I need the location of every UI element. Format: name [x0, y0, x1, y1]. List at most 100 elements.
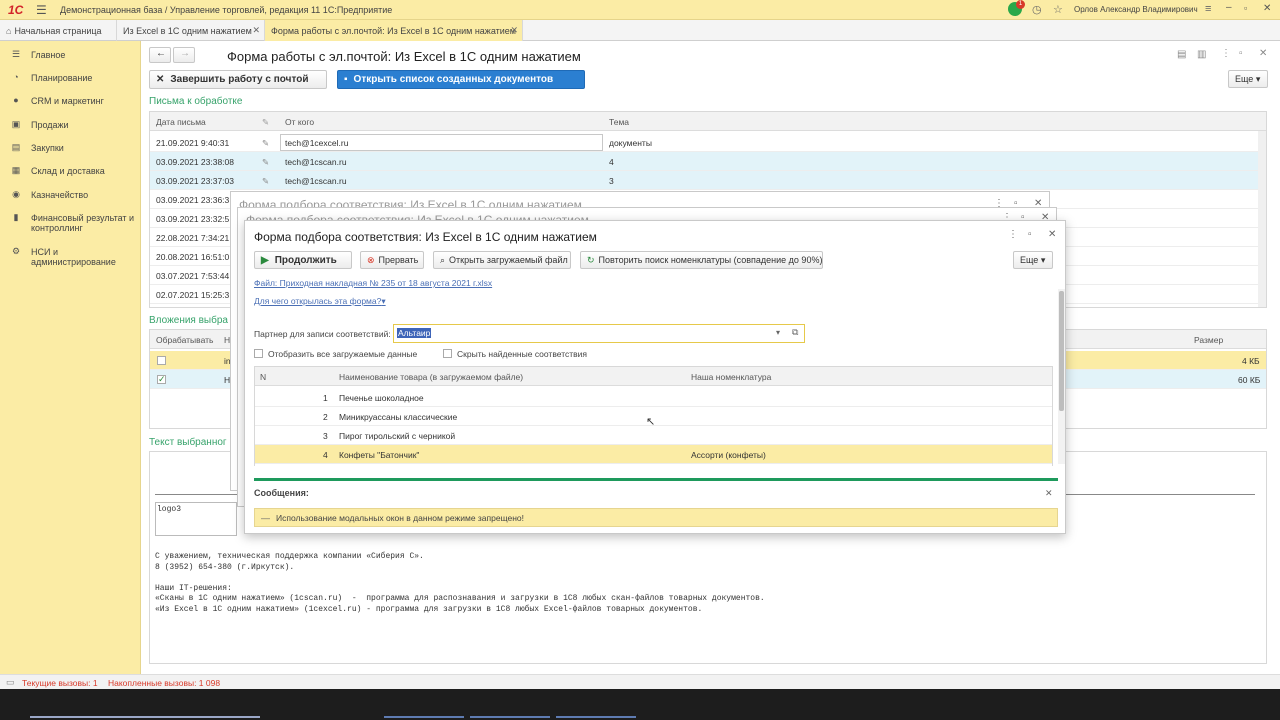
row-date: 03.09.2021 23:38:08 [156, 157, 234, 167]
scrollbar[interactable] [1258, 131, 1266, 307]
row-ours: Ассорти (конфеты) [691, 450, 766, 460]
tab-label: Начальная страница [14, 26, 102, 36]
status-bar: ▭ Текущие вызовы: 1 Накопленные вызовы: … [0, 674, 1280, 689]
hide-found-checkbox[interactable] [443, 349, 452, 358]
open-file-button[interactable]: ⌕ Открыть загружаемый файл [433, 251, 571, 269]
table-row[interactable]: 3 Пирог тирольский с черникой [255, 426, 1052, 445]
messages-close-icon[interactable]: ✕ [1045, 488, 1053, 499]
row-date: 02.07.2021 15:25:3 [156, 290, 230, 300]
why-link[interactable]: Для чего открылась эта форма?▾ [254, 296, 386, 307]
column-n[interactable]: N [260, 372, 266, 382]
table-row[interactable]: 03.09.2021 23:37:03 ✎ tech@1cscan.ru 3 [150, 171, 1266, 190]
column-subject[interactable]: Тема [609, 117, 629, 127]
document-icon: ▪ [344, 74, 348, 85]
message-item[interactable]: — Использование модальных окон в данном … [254, 508, 1058, 527]
stop-icon: ⊗ [367, 255, 375, 265]
why-link-label: Для чего открылась эта форма? [254, 296, 382, 306]
letter-body: С уважением, техническая поддержка компа… [155, 552, 765, 614]
more-button[interactable]: Еще ▾ [1228, 70, 1268, 88]
minimize-icon[interactable]: – [1226, 2, 1232, 13]
button-label: Открыть загружаемый файл [449, 255, 568, 265]
attachment-icon: ✎ [262, 176, 270, 186]
play-icon: ▶ [261, 255, 269, 266]
button-label: Открыть список созданных документов [353, 74, 554, 85]
title-bar: 1С ☰ Демонстрационная база / Управление … [0, 0, 1280, 20]
partner-field[interactable]: Альтаир ▾ ⧉ [393, 324, 805, 343]
more-actions-icon[interactable]: ⋮ [1221, 48, 1231, 59]
continue-button[interactable]: ▶ Продолжить [254, 251, 352, 269]
attachment-icon: ✎ [262, 138, 270, 148]
table-row[interactable]: 1 Печенье шоколадное [255, 388, 1052, 407]
row-date: 20.08.2021 16:51:0 [156, 252, 230, 262]
more-actions-icon[interactable]: ⋮ [1008, 229, 1018, 240]
purchases-icon: ▤ [11, 142, 21, 152]
abort-button[interactable]: ⊗ Прервать [360, 251, 424, 269]
dropdown-icon[interactable]: ▾ [776, 328, 780, 337]
page-title: Форма работы с эл.почтой: Из Excel в 1С … [227, 49, 581, 64]
tab-excel[interactable]: Из Excel в 1С одним нажатием ✕ [117, 20, 265, 41]
column-size[interactable]: Размер [1194, 335, 1223, 345]
row-name: Пирог тирольский с черникой [339, 431, 456, 441]
hamburger-icon[interactable]: ☰ [36, 3, 47, 17]
button-label: Еще [1235, 74, 1254, 84]
row-n: 2 [323, 412, 328, 422]
repeat-search-button[interactable]: ↻ Повторить поиск номенклатуры (совпадени… [580, 251, 823, 269]
partner-value: Альтаир [397, 328, 432, 338]
row-from: tech@1cscan.ru [285, 176, 347, 186]
tab-home[interactable]: ⌂ Начальная страница [0, 20, 117, 41]
close-icon[interactable]: ✕ [1263, 3, 1271, 14]
settings-icon[interactable]: ≡ [1205, 3, 1211, 15]
dialog-scrollbar[interactable] [1058, 289, 1065, 464]
report-icon[interactable]: ▥ [1197, 49, 1206, 60]
process-checkbox[interactable] [157, 356, 166, 365]
logo-alt-text: logo3 [157, 505, 182, 514]
process-checkbox[interactable]: ✓ [157, 375, 166, 384]
file-link[interactable]: Файл: Приходная накладная № 235 от 18 ав… [254, 278, 492, 288]
tab-email-form[interactable]: Форма работы с эл.почтой: Из Excel в 1С … [265, 20, 523, 41]
row-date: 03.09.2021 23:37:03 [156, 176, 234, 186]
window-close-icon[interactable]: ✕ [1259, 48, 1267, 59]
taskbar [0, 689, 1280, 720]
tab-close-icon[interactable]: ✕ [252, 25, 260, 36]
warehouse-icon: ▦ [11, 165, 21, 175]
mouse-cursor-icon: ↖ [646, 416, 656, 428]
maximize-icon[interactable]: ▫ [1244, 3, 1247, 13]
back-button[interactable]: ← [149, 47, 171, 63]
close-icon[interactable]: ✕ [1048, 229, 1056, 240]
notification-count: 1 [1016, 0, 1025, 9]
button-label: Повторить поиск номенклатуры (совпадение… [598, 255, 823, 265]
user-name[interactable]: Орлов Александр Владимирович [1074, 5, 1198, 14]
table-row[interactable]: 03.09.2021 23:38:08 ✎ tech@1cscan.ru 4 [150, 152, 1266, 171]
logo-image: logo3 [155, 502, 237, 536]
column-date[interactable]: Дата письма [156, 117, 206, 127]
tab-close-icon[interactable]: ✕ [510, 25, 518, 36]
planning-icon: ◔ [13, 72, 19, 82]
print-icon[interactable]: ▤ [1177, 49, 1186, 60]
show-all-checkbox[interactable] [254, 349, 263, 358]
row-name: Печенье шоколадное [339, 393, 424, 403]
row-n: 3 [323, 431, 328, 441]
messages-divider [254, 478, 1058, 481]
window-maximize-icon[interactable]: ▫ [1239, 48, 1243, 59]
open-icon[interactable]: ⧉ [792, 327, 798, 338]
column-ours[interactable]: Наша номенклатура [691, 372, 771, 382]
column-process[interactable]: Обрабатывать [156, 335, 213, 345]
finish-email-button[interactable]: ✕ Завершить работу с почтой [149, 70, 327, 89]
more-button[interactable]: Еще ▾ [1013, 251, 1053, 269]
history-icon[interactable]: ◷ [1032, 3, 1042, 16]
column-from[interactable]: От кого [285, 117, 314, 127]
favorites-icon[interactable]: ☆ [1053, 3, 1063, 16]
current-calls: Текущие вызовы: 1 [22, 678, 98, 688]
table-row[interactable]: 21.09.2021 9:40:31 ✎ tech@1cexcel.ru док… [150, 133, 1266, 152]
open-documents-button[interactable]: ▪ Открыть список созданных документов [337, 70, 585, 89]
matching-dialog: Форма подбора соответствия: Из Excel в 1… [244, 220, 1066, 534]
forward-button[interactable]: → [173, 47, 195, 63]
table-row[interactable]: 4 Конфеты "Батончик" Ассорти (конфеты) [255, 445, 1052, 464]
maximize-icon[interactable]: ▫ [1028, 229, 1032, 240]
button-label: Продолжить [274, 255, 337, 266]
row-date: 03.09.2021 23:36:3 [156, 195, 230, 205]
column-name[interactable]: Наименование товара (в загружаемом файле… [339, 372, 523, 382]
scrollbar-thumb[interactable] [1059, 291, 1064, 411]
text-section-title: Текст выбранног [149, 437, 227, 448]
row-from: tech@1cscan.ru [285, 157, 347, 167]
